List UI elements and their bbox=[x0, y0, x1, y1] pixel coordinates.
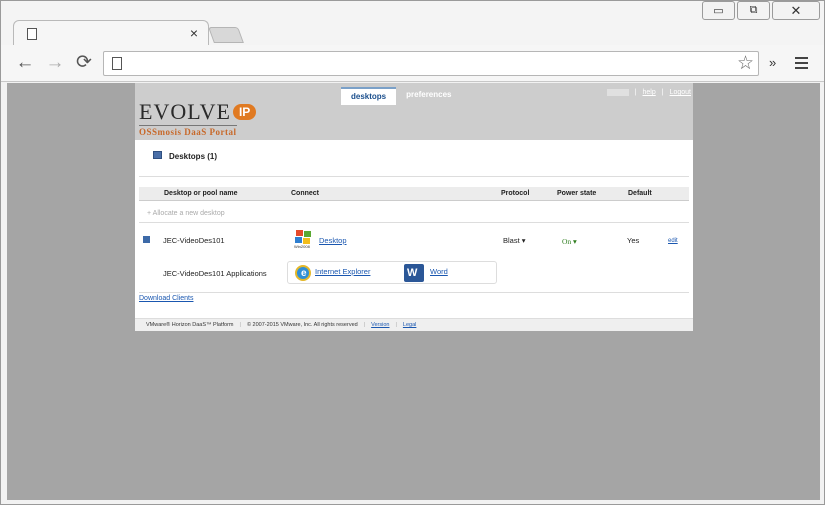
header-power: Power state bbox=[557, 190, 597, 197]
portal-header: EVOLVE IP OSSmosis DaaS Portal desktops p… bbox=[135, 83, 693, 140]
desktop-connect-link[interactable]: Desktop bbox=[319, 236, 347, 245]
os-caption: Win2008 bbox=[294, 244, 310, 249]
portal-content: Desktops (1) Desktop or pool name Connec… bbox=[135, 140, 693, 316]
divider bbox=[139, 176, 689, 177]
allocate-desktop-link[interactable]: + Allocate a new desktop bbox=[147, 210, 225, 217]
word-link[interactable]: Word bbox=[430, 267, 448, 276]
header-default: Default bbox=[628, 190, 652, 197]
bookmark-star-icon[interactable]: ☆ bbox=[737, 52, 754, 75]
browser-tab[interactable]: × bbox=[13, 20, 209, 46]
page-viewport: EVOLVE IP OSSmosis DaaS Portal desktops p… bbox=[7, 83, 820, 500]
extensions-overflow-icon[interactable]: » bbox=[769, 55, 776, 70]
portal-panel: EVOLVE IP OSSmosis DaaS Portal desktops p… bbox=[135, 83, 693, 331]
footer-platform: VMware® Horizon DaaS™ Platform bbox=[146, 322, 234, 328]
browser-window: × ▭ ⧉ ✕ ← → ⟳ ☆ » EVOLVE IP OSSmosis DaaS… bbox=[0, 0, 825, 505]
page-icon bbox=[27, 28, 37, 40]
section-title-text: Desktops (1) bbox=[169, 152, 218, 161]
table-row: JEC-VideoDes101 Win2008 Desktop Blast ▾ … bbox=[139, 225, 689, 259]
protocol-dropdown[interactable]: Blast ▾ bbox=[503, 236, 526, 245]
download-clients-link[interactable]: Download Clients bbox=[139, 295, 193, 302]
tab-close-icon[interactable]: × bbox=[190, 25, 198, 41]
new-tab-button[interactable] bbox=[208, 27, 244, 43]
word-icon[interactable]: W bbox=[404, 264, 424, 282]
header-connect: Connect bbox=[291, 190, 319, 197]
monitor-icon bbox=[153, 150, 162, 159]
page-icon bbox=[112, 57, 122, 70]
logo-ip-badge: IP bbox=[232, 104, 257, 120]
portal-footer: VMware® Horizon DaaS™ Platform | © 2007-… bbox=[135, 318, 693, 331]
divider bbox=[139, 222, 689, 223]
header-links: | help | Logout bbox=[606, 89, 691, 96]
edit-link[interactable]: edit bbox=[668, 238, 678, 244]
desktop-name: JEC-VideoDes101 bbox=[163, 236, 225, 245]
applications-box: e Internet Explorer W Word bbox=[287, 261, 497, 284]
windows-logo-icon: Win2008 bbox=[293, 230, 313, 250]
help-link[interactable]: help bbox=[643, 89, 656, 96]
legal-link[interactable]: Legal bbox=[403, 322, 416, 328]
section-title: Desktops (1) bbox=[153, 150, 218, 161]
desktop-icon bbox=[143, 236, 150, 243]
back-icon[interactable]: ← bbox=[13, 51, 37, 75]
divider bbox=[139, 292, 689, 293]
address-bar[interactable]: ☆ bbox=[103, 51, 759, 76]
footer-copyright: © 2007-2015 VMware, Inc. All rights rese… bbox=[246, 322, 358, 328]
close-window-button[interactable]: ✕ bbox=[772, 1, 820, 20]
header-name: Desktop or pool name bbox=[164, 190, 238, 197]
tab-preferences[interactable]: preferences bbox=[396, 87, 461, 105]
evolve-ip-logo: EVOLVE IP OSSmosis DaaS Portal bbox=[139, 101, 269, 139]
window-controls: ▭ ⧉ ✕ bbox=[700, 1, 820, 23]
tab-desktops[interactable]: desktops bbox=[341, 87, 397, 105]
logout-link[interactable]: Logout bbox=[670, 89, 691, 96]
portal-tabs: desktops preferences bbox=[341, 87, 461, 105]
table-header: Desktop or pool name Connect Protocol Po… bbox=[139, 187, 689, 201]
minimize-button[interactable]: ▭ bbox=[702, 1, 735, 20]
restore-button[interactable]: ⧉ bbox=[737, 1, 770, 20]
reload-icon[interactable]: ⟳ bbox=[72, 51, 96, 75]
username-redacted bbox=[606, 89, 629, 96]
menu-icon[interactable] bbox=[795, 57, 808, 72]
browser-toolbar: ← → ⟳ ☆ » bbox=[1, 45, 824, 82]
applications-label: JEC-VideoDes101 Applications bbox=[163, 269, 267, 278]
internet-explorer-icon[interactable]: e bbox=[295, 265, 311, 281]
forward-icon[interactable]: → bbox=[43, 51, 67, 75]
default-value: Yes bbox=[627, 236, 640, 245]
internet-explorer-link[interactable]: Internet Explorer bbox=[315, 267, 370, 276]
logo-brand: EVOLVE bbox=[139, 99, 231, 124]
version-link[interactable]: Version bbox=[371, 322, 389, 328]
header-protocol: Protocol bbox=[501, 190, 530, 197]
logo-subtitle: OSSmosis DaaS Portal bbox=[139, 125, 237, 137]
tab-strip: × ▭ ⧉ ✕ bbox=[1, 1, 824, 46]
power-state-dropdown[interactable]: On ▾ bbox=[562, 237, 577, 246]
